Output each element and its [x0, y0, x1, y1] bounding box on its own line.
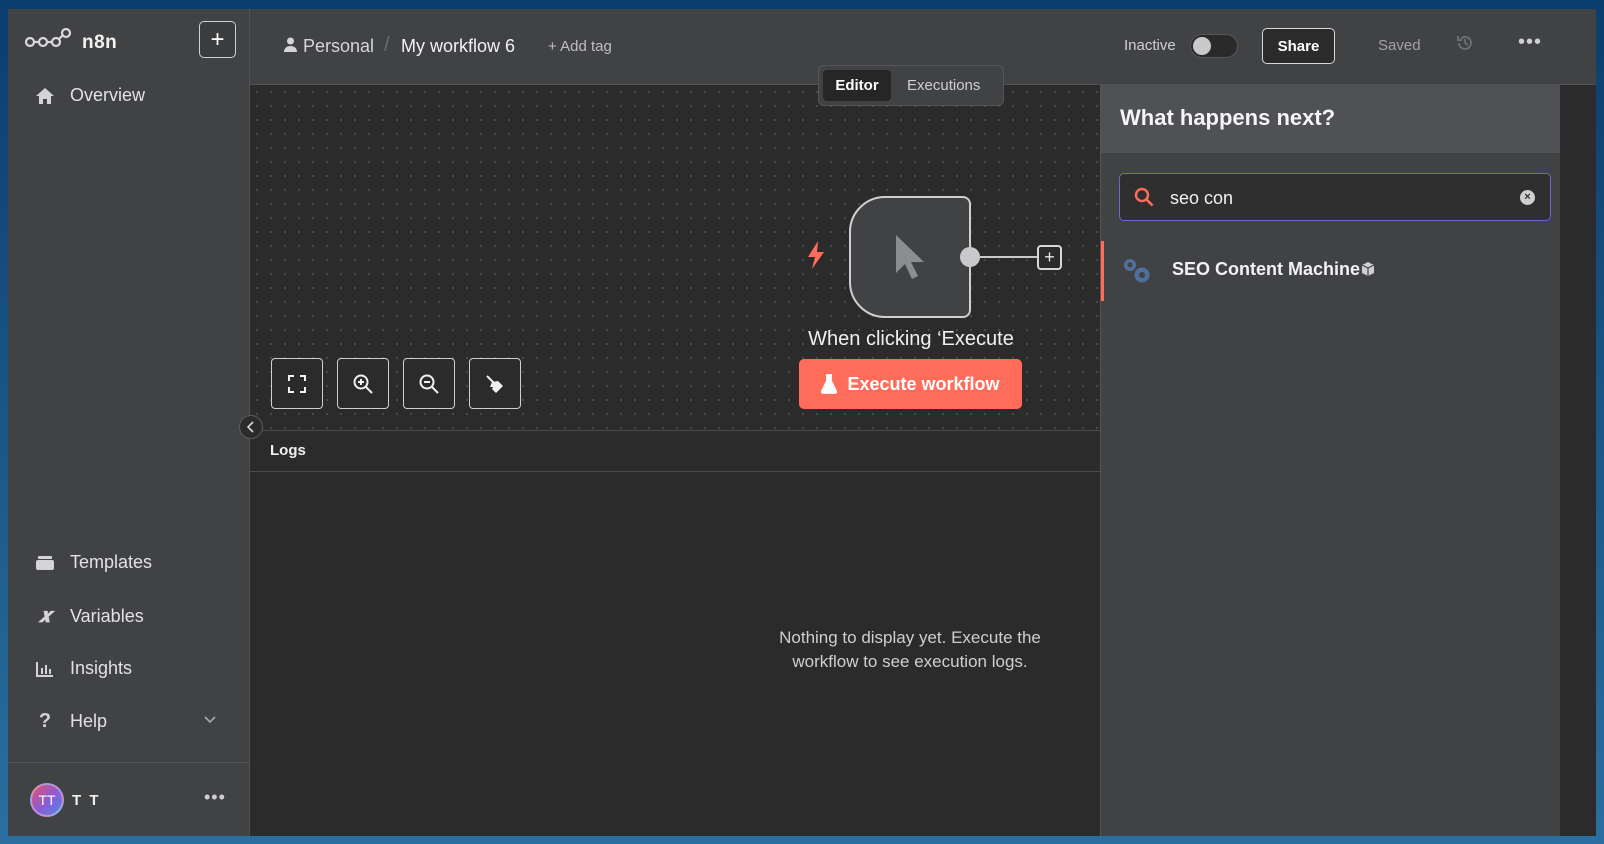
node-creator-panel: What happens next? seo con × SEO Content…	[1100, 85, 1560, 836]
history-icon[interactable]	[1456, 34, 1474, 57]
logs-title[interactable]: Logs	[250, 431, 1100, 472]
logs-panel: Logs Nothing to display yet. Execute the…	[250, 430, 1100, 836]
zoom-in-icon	[353, 374, 373, 394]
view-tabs: Editor Executions	[818, 65, 1004, 106]
tab-executions[interactable]: Executions	[895, 70, 992, 101]
user-name: T T	[72, 792, 101, 809]
n8n-logo-icon	[24, 27, 72, 58]
brand-logo[interactable]: n8n	[24, 27, 117, 58]
sidebar-item-label: Help	[70, 711, 108, 731]
user-menu-icon[interactable]: •••	[204, 787, 226, 808]
add-node-button[interactable]: +	[1037, 245, 1062, 270]
insights-icon	[34, 661, 56, 677]
manual-trigger-node[interactable]	[849, 196, 971, 318]
panel-title: What happens next?	[1101, 85, 1560, 153]
sidebar-item-insights[interactable]: Insights	[34, 658, 132, 679]
breadcrumb-separator: /	[384, 34, 390, 56]
workflow-name[interactable]: My workflow 6	[401, 36, 515, 57]
sidebar-item-label: Insights	[70, 658, 133, 678]
logs-empty-message: Nothing to display yet. Execute the work…	[779, 628, 1041, 671]
workflow-canvas[interactable]: + When clicking ‘Execute workflow’ Execu…	[250, 85, 1100, 430]
toggle-knob	[1193, 37, 1211, 55]
sidebar-item-variables[interactable]: 𝒙 Variables	[34, 605, 144, 628]
node-label: When clicking ‘Execute workflow’	[808, 328, 1014, 350]
home-icon	[34, 87, 56, 105]
zoom-in-button[interactable]	[337, 358, 389, 409]
templates-icon	[34, 555, 56, 571]
help-icon: ?	[38, 710, 52, 732]
node-search-input[interactable]: seo con ×	[1119, 173, 1551, 221]
app-window: n8n + Overview Templates 𝒙 Variables Ins…	[8, 9, 1596, 836]
broom-icon	[486, 374, 503, 393]
execute-workflow-label: Execute workflow	[847, 373, 1000, 394]
project-name: Personal	[303, 36, 375, 56]
breadcrumb-project[interactable]: Personal	[284, 36, 374, 57]
saved-status: Saved	[1378, 37, 1421, 54]
zoom-out-icon	[419, 374, 439, 394]
package-icon	[1360, 261, 1376, 282]
search-value: seo con	[1170, 188, 1234, 208]
list-item[interactable]: SEO Content Machine	[1101, 241, 1561, 301]
more-options-icon[interactable]: •••	[1518, 31, 1542, 54]
chevron-left-icon	[247, 421, 254, 433]
brand-name: n8n	[82, 31, 118, 53]
node-output-handle[interactable]	[960, 247, 980, 267]
result-name: SEO Content Machine	[1172, 259, 1361, 279]
activation-toggle[interactable]	[1190, 34, 1238, 58]
user-section: TT T T •••	[8, 762, 250, 836]
sidebar-item-overview[interactable]: Overview	[34, 85, 145, 106]
fit-view-button[interactable]	[271, 358, 323, 409]
sidebar-item-label: Variables	[70, 606, 144, 626]
search-icon	[1134, 187, 1154, 212]
node-connection-line	[980, 256, 1038, 258]
activation-status-label: Inactive	[1124, 37, 1176, 54]
sidebar-item-label: Templates	[70, 552, 153, 572]
fit-view-icon	[288, 374, 306, 393]
tidy-up-button[interactable]	[469, 358, 521, 409]
execute-workflow-button[interactable]: Execute workflow	[799, 359, 1022, 409]
share-button[interactable]: Share	[1262, 28, 1335, 64]
chevron-down-icon	[204, 712, 216, 727]
trigger-bolt-icon	[806, 241, 826, 276]
variables-icon: 𝒙	[38, 605, 52, 627]
sidebar-item-help[interactable]: ? Help	[34, 710, 224, 733]
add-tag-button[interactable]: + Add tag	[548, 38, 612, 55]
sidebar-item-templates[interactable]: Templates	[34, 552, 152, 573]
sidebar: n8n + Overview Templates 𝒙 Variables Ins…	[8, 9, 250, 836]
zoom-out-button[interactable]	[403, 358, 455, 409]
clear-search-icon[interactable]: ×	[1520, 190, 1535, 205]
avatar[interactable]: TT	[30, 783, 64, 817]
create-new-button[interactable]: +	[199, 21, 236, 58]
collapse-sidebar-button[interactable]	[239, 415, 263, 439]
sidebar-item-label: Overview	[70, 85, 146, 105]
cursor-pointer-icon	[896, 235, 924, 279]
user-icon	[284, 36, 297, 57]
gears-icon	[1120, 255, 1154, 292]
flask-icon	[821, 374, 838, 394]
tab-editor[interactable]: Editor	[823, 70, 891, 101]
